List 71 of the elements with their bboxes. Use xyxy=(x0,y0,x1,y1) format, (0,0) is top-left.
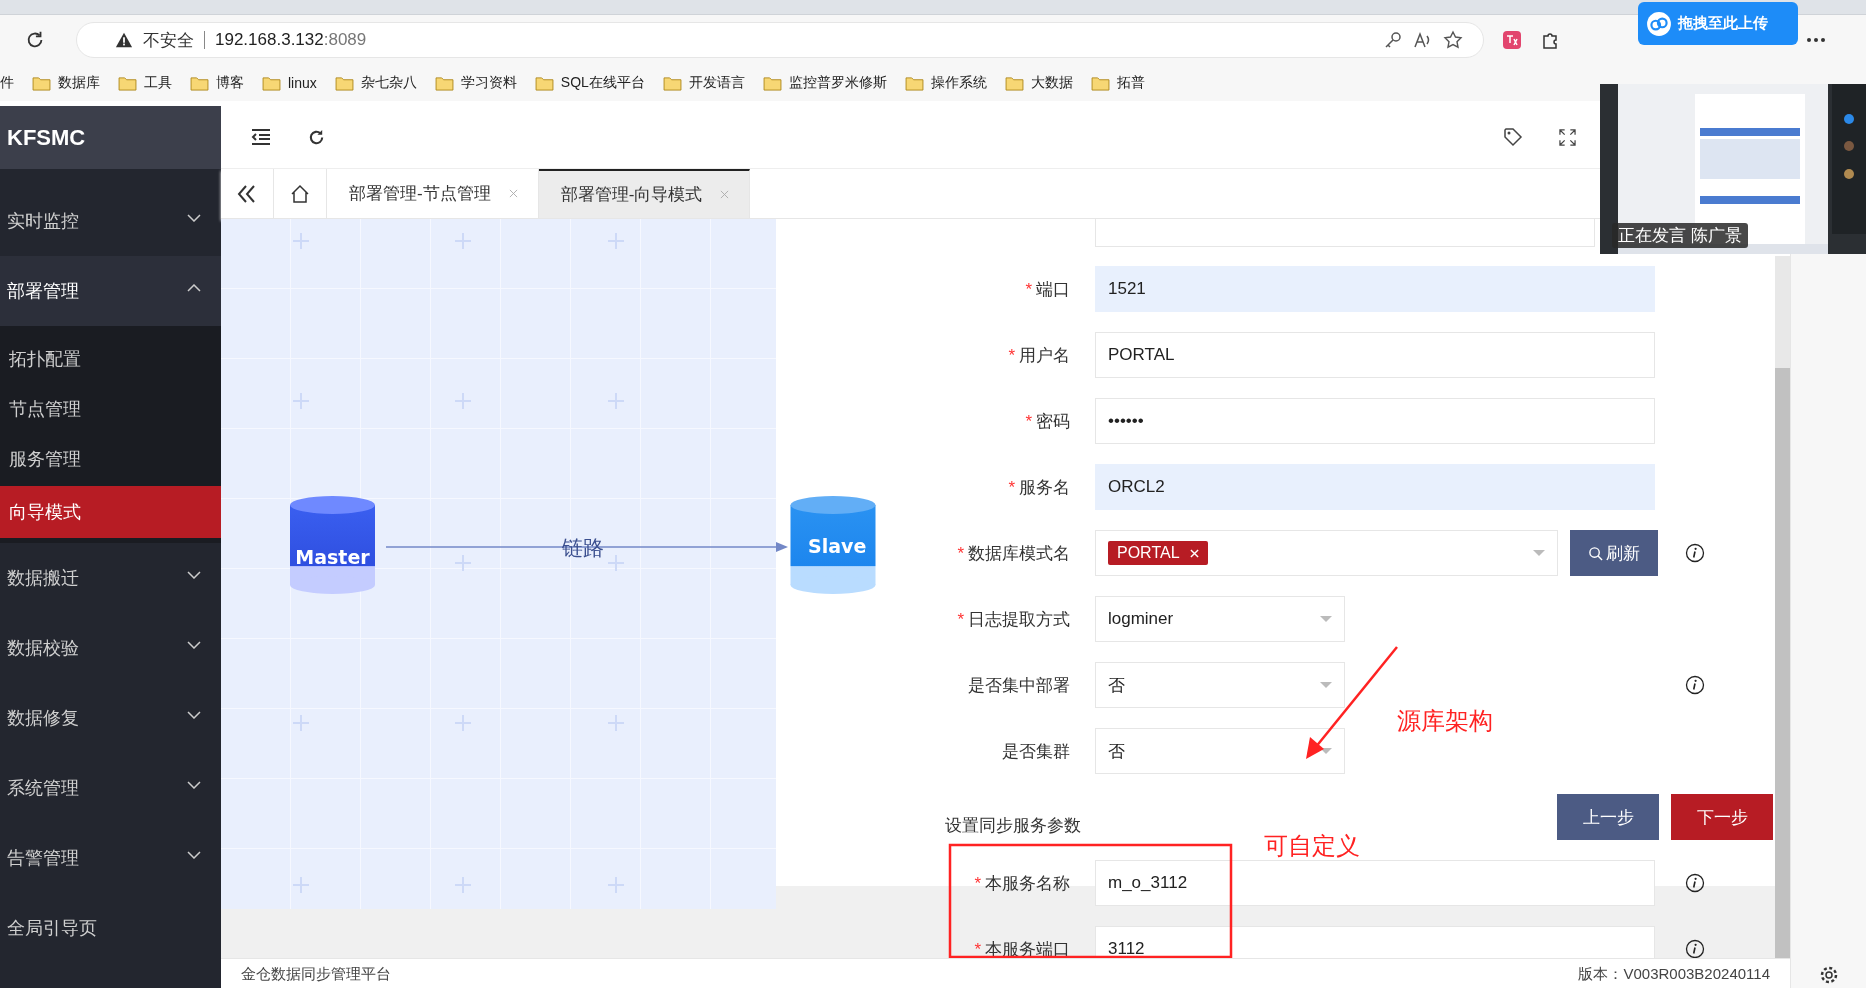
security-warning: 不安全 xyxy=(143,29,194,52)
input-field[interactable]: m_o_3112 xyxy=(1095,860,1655,906)
sidebar-subitem[interactable]: 节点管理 xyxy=(0,384,221,434)
bookmark[interactable]: 杂七杂八 xyxy=(334,74,417,92)
step-button[interactable]: 下一步 xyxy=(1671,794,1773,840)
sidebar-item[interactable]: 系统管理 xyxy=(0,753,221,823)
field-label: * 本服务名称 xyxy=(974,873,1070,893)
field-label: 是否集群 xyxy=(1002,741,1070,761)
input-field[interactable]: ORCL2 xyxy=(1095,464,1655,510)
footer-text: 金仓数据同步管理平台 xyxy=(241,964,391,984)
input-field[interactable]: 3112 xyxy=(1095,926,1655,958)
page-tab[interactable]: 部署管理-节点管理 xyxy=(327,169,539,218)
select-field[interactable]: 否 xyxy=(1095,662,1345,708)
sidebar-subitem[interactable]: 向导模式 xyxy=(0,486,221,538)
sidebar-subitem[interactable]: 服务管理 xyxy=(0,434,221,484)
bookmark[interactable]: 拓普 xyxy=(1090,74,1145,92)
bookmark[interactable]: 开发语言 xyxy=(662,74,745,92)
field-label: * 密码 xyxy=(1025,411,1070,431)
speaker-caption: 正在发言 陈广景 xyxy=(1612,223,1748,248)
input-field[interactable]: PORTAL xyxy=(1095,332,1655,378)
bookmark[interactable]: 博客 xyxy=(190,74,244,92)
bookmark[interactable]: 监控普罗米修斯 xyxy=(762,74,887,92)
input-field[interactable]: •••••• xyxy=(1095,398,1655,444)
version-text: 版本：V003R003B20240114 xyxy=(1578,964,1770,984)
node-label: Slave xyxy=(808,534,867,558)
bookmark[interactable]: SQL在线平台 xyxy=(534,74,645,92)
tag-chip[interactable]: PORTAL xyxy=(1108,541,1208,565)
address-bar[interactable]: 不安全 192.168.3.132:8089 xyxy=(76,22,1484,58)
bookmark[interactable]: linux xyxy=(262,75,317,91)
sidebar-subitem[interactable]: 拓扑配置 xyxy=(0,334,221,384)
link-label: 链路 xyxy=(562,536,604,559)
field-label: * 日志提取方式 xyxy=(957,609,1070,629)
field-label: * 用户名 xyxy=(1008,345,1070,365)
sidebar-item[interactable]: 告警管理 xyxy=(0,823,221,893)
section-title: 设置同步服务参数 xyxy=(945,814,1081,837)
bookmark[interactable]: 大数据 xyxy=(1004,74,1073,92)
required-mark: * xyxy=(957,543,964,563)
sidebar-item[interactable]: 部署管理 xyxy=(0,256,221,326)
app-logo: KFSMC xyxy=(0,106,221,169)
required-mark: * xyxy=(957,609,964,629)
select-field[interactable]: 否 xyxy=(1095,728,1345,774)
refresh-button[interactable]: 刷新 xyxy=(1570,530,1658,576)
sidebar-item[interactable]: 全局引导页 xyxy=(0,893,221,963)
url-text: 192.168.3.132:8089 xyxy=(215,30,367,50)
bookmark[interactable]: 学习资料 xyxy=(434,74,517,92)
sidebar-item[interactable]: 数据校验 xyxy=(0,613,221,683)
node-label: Master xyxy=(295,546,370,568)
sidebar-item[interactable]: 实时监控 xyxy=(0,186,221,256)
bookmark[interactable]: 数据库 xyxy=(32,74,100,92)
annotation-text: 可自定义 xyxy=(1264,831,1360,861)
select-field[interactable]: PORTAL xyxy=(1095,530,1558,576)
step-button[interactable]: 上一步 xyxy=(1557,794,1659,840)
required-mark: * xyxy=(974,873,981,893)
required-mark: * xyxy=(1008,477,1015,497)
field-label: 是否集中部署 xyxy=(968,675,1070,695)
required-mark: * xyxy=(1008,345,1015,365)
bookmark[interactable]: 操作系统 xyxy=(904,74,987,92)
bookmark[interactable]: 工具 xyxy=(118,74,172,92)
field-label: * 数据库模式名 xyxy=(957,543,1070,563)
select-field[interactable]: logminer xyxy=(1095,596,1345,642)
input-field[interactable]: 1521 xyxy=(1095,266,1655,312)
required-mark: * xyxy=(1025,411,1032,431)
page-tab[interactable]: 部署管理-向导模式 xyxy=(538,169,751,218)
sidebar-item[interactable]: 数据修复 xyxy=(0,683,221,753)
sidebar-item[interactable]: 数据搬迁 xyxy=(0,543,221,613)
field-label: * 服务名 xyxy=(1008,477,1070,497)
field-label: * 端口 xyxy=(1025,279,1070,299)
annotation-text: 源库架构 xyxy=(1397,706,1493,736)
required-mark: * xyxy=(974,939,981,958)
bookmark[interactable]: 件 xyxy=(0,74,14,92)
required-mark: * xyxy=(1025,279,1032,299)
